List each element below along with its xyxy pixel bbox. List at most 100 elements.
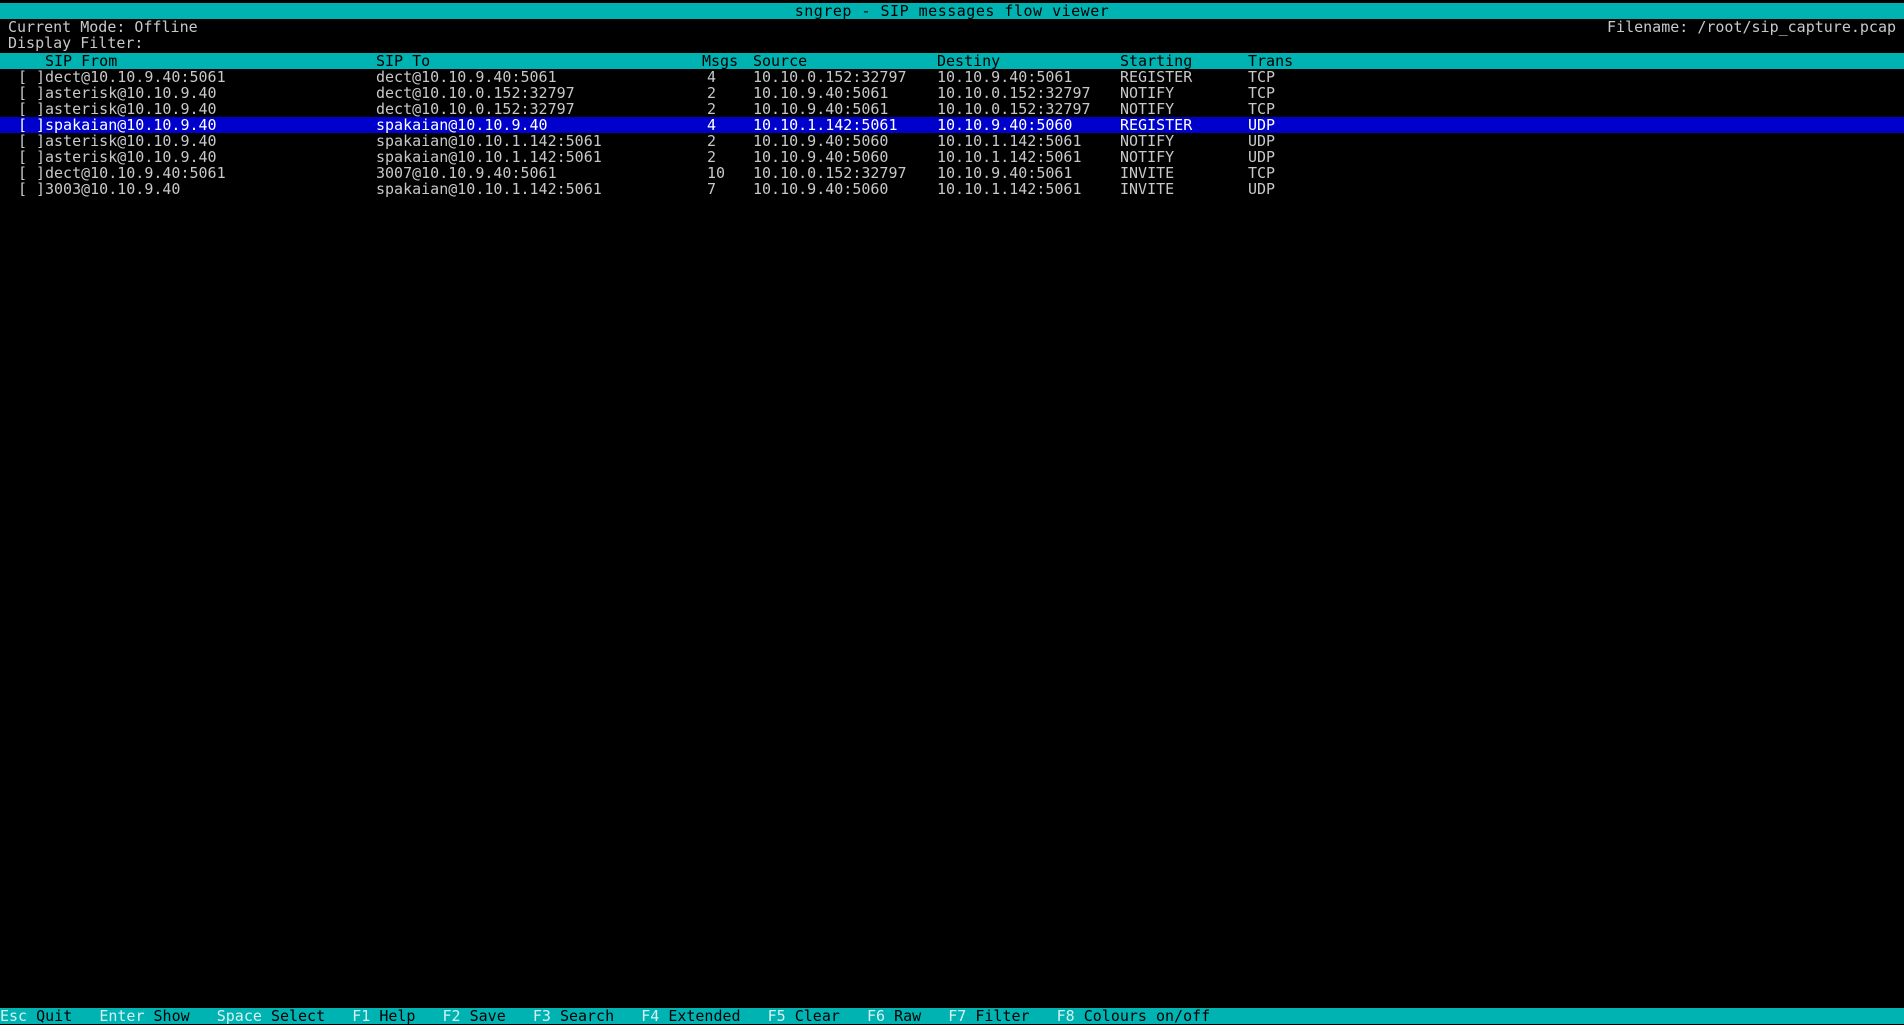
call-list-row[interactable]: [ ] asterisk@10.10.9.40 spakaian@10.10.1.1…	[0, 149, 1904, 165]
cell-msgs: 10	[707, 165, 726, 181]
cell-destiny: 10.10.9.40:5061	[937, 69, 1073, 85]
row-checkbox[interactable]: [ ]	[18, 85, 48, 101]
row-checkbox[interactable]: [ ]	[18, 165, 48, 181]
current-mode-line: Current Mode: Offline	[8, 19, 198, 35]
cell-sip-from: dect@10.10.9.40:5061	[45, 165, 226, 181]
cell-sip-from: spakaian@10.10.9.40	[45, 117, 217, 133]
key-gap	[144, 1008, 154, 1024]
cell-starting: NOTIFY	[1120, 133, 1175, 149]
call-list-row[interactable]: [ ] asterisk@10.10.9.40 dect@10.10.0.152:3…	[0, 85, 1904, 101]
call-list-row[interactable]: [ ] 3003@10.10.9.40 spakaian@10.10.1.142:5…	[0, 181, 1904, 197]
key-hint-f7[interactable]: F7 Filter	[948, 1008, 1030, 1024]
key-separator	[921, 1008, 949, 1024]
call-list-row[interactable]: [ ] asterisk@10.10.9.40 dect@10.10.0.152:3…	[0, 101, 1904, 117]
cell-trans: TCP	[1248, 85, 1276, 101]
key-separator	[1210, 1008, 1238, 1024]
key-hint-enter[interactable]: Enter Show	[99, 1007, 190, 1025]
row-checkbox[interactable]: [ ]	[18, 101, 48, 117]
key-hint-f2[interactable]: F2 Save	[442, 1007, 506, 1025]
cell-starting: NOTIFY	[1120, 149, 1175, 165]
column-header-starting[interactable]: Starting	[1120, 53, 1230, 69]
column-header-msgs[interactable]: Msgs	[702, 53, 747, 69]
key-hint-f6[interactable]: F6 Raw	[867, 1008, 922, 1024]
cell-source: 10.10.1.142:5061	[753, 117, 898, 133]
cell-sip-from: 3003@10.10.9.40	[45, 181, 181, 197]
window-title: sngrep - SIP messages flow viewer	[794, 2, 1110, 20]
cell-trans: UDP	[1248, 133, 1276, 149]
row-checkbox[interactable]: [ ]	[18, 69, 48, 85]
call-list-row[interactable]: [ ] dect@10.10.9.40:5061 dect@10.10.9.40:5…	[0, 69, 1904, 85]
cell-sip-to: dect@10.10.9.40:5061	[376, 69, 557, 85]
key-label: Clear	[794, 1007, 840, 1025]
cell-trans: UDP	[1248, 117, 1276, 133]
column-header-sip-to[interactable]: SIP To	[376, 53, 701, 69]
cell-trans: TCP	[1248, 69, 1276, 85]
key-name: F4	[641, 1007, 660, 1025]
key-gap	[460, 1008, 470, 1024]
column-header-sip-from[interactable]: SIP From	[45, 53, 375, 69]
call-list-row[interactable]: [ ] spakaian@10.10.9.40 spakaian@10.10.9.4…	[0, 117, 1904, 133]
cell-starting: INVITE	[1120, 181, 1175, 197]
cell-sip-to: 3007@10.10.9.40:5061	[376, 165, 557, 181]
key-separator	[189, 1008, 217, 1024]
cell-sip-to: spakaian@10.10.1.142:5061	[376, 181, 602, 197]
cell-source: 10.10.0.152:32797	[753, 69, 907, 85]
key-name: F2	[442, 1007, 461, 1025]
filename-label: Filename: /root/sip_capture.pcap	[1607, 18, 1896, 36]
key-separator	[415, 1008, 443, 1024]
cell-starting: REGISTER	[1120, 117, 1193, 133]
key-hint-f4[interactable]: F4 Extended	[641, 1007, 741, 1025]
cell-trans: TCP	[1248, 101, 1276, 117]
key-label: Select	[270, 1007, 326, 1025]
key-hint-f8[interactable]: F8 Colours on/off	[1056, 1007, 1211, 1025]
cell-msgs: 2	[707, 149, 717, 165]
cell-msgs: 2	[707, 133, 717, 149]
key-name: Esc	[0, 1007, 28, 1025]
row-checkbox[interactable]: [ ]	[18, 181, 48, 197]
key-hint-f5[interactable]: F5 Clear	[767, 1007, 840, 1025]
display-filter-label: Display Filter:	[8, 34, 144, 52]
key-name: Space	[216, 1007, 262, 1025]
key-hint-f3[interactable]: F3 Search	[532, 1007, 615, 1025]
key-name: F8	[1056, 1007, 1075, 1025]
key-label: Colours on/off	[1083, 1007, 1211, 1025]
key-gap	[550, 1008, 560, 1024]
key-label: Show	[153, 1007, 190, 1025]
key-name: F1	[352, 1007, 371, 1025]
key-hint-esc[interactable]: Esc Quit	[0, 1007, 73, 1025]
cell-trans: UDP	[1248, 181, 1276, 197]
cell-sip-from: dect@10.10.9.40:5061	[45, 69, 226, 85]
key-gap	[966, 1008, 976, 1024]
row-checkbox[interactable]: [ ]	[18, 117, 48, 133]
key-hint-f1[interactable]: F1 Help	[352, 1007, 416, 1025]
call-list-row[interactable]: [ ] dect@10.10.9.40:5061 3007@10.10.9.40:5…	[0, 165, 1904, 181]
key-separator	[740, 1008, 768, 1024]
key-name: Enter	[99, 1007, 145, 1025]
cell-destiny: 10.10.1.142:5061	[937, 149, 1082, 165]
key-label: Quit	[36, 1007, 73, 1025]
cell-sip-from: asterisk@10.10.9.40	[45, 101, 217, 117]
display-filter-line[interactable]: Display Filter:	[8, 35, 143, 51]
filename-line: Filename: /root/sip_capture.pcap	[1607, 19, 1896, 35]
key-gap	[370, 1008, 380, 1024]
call-list-row[interactable]: [ ] asterisk@10.10.9.40 spakaian@10.10.1.1…	[0, 133, 1904, 149]
key-gap	[261, 1008, 271, 1024]
column-header-destiny[interactable]: Destiny	[937, 53, 1117, 69]
cell-sip-to: spakaian@10.10.1.142:5061	[376, 149, 602, 165]
key-name: F5	[767, 1007, 786, 1025]
column-header-source[interactable]: Source	[753, 53, 933, 69]
row-checkbox[interactable]: [ ]	[18, 149, 48, 165]
key-hint-space[interactable]: Space Select	[216, 1007, 326, 1025]
cell-sip-to: spakaian@10.10.1.142:5061	[376, 133, 602, 149]
row-checkbox[interactable]: [ ]	[18, 133, 48, 149]
key-label: Search	[559, 1007, 615, 1025]
cell-msgs: 4	[707, 117, 717, 133]
column-header-trans[interactable]: Trans	[1248, 53, 1318, 69]
key-gap	[885, 1008, 895, 1024]
window-title-bar: sngrep - SIP messages flow viewer	[0, 3, 1904, 19]
cell-source: 10.10.9.40:5061	[753, 101, 889, 117]
key-label: Save	[469, 1007, 506, 1025]
call-list-header: SIP From SIP To Msgs Source Destiny Star…	[0, 53, 1904, 69]
key-label: Extended	[668, 1007, 741, 1025]
cell-starting: INVITE	[1120, 165, 1175, 181]
